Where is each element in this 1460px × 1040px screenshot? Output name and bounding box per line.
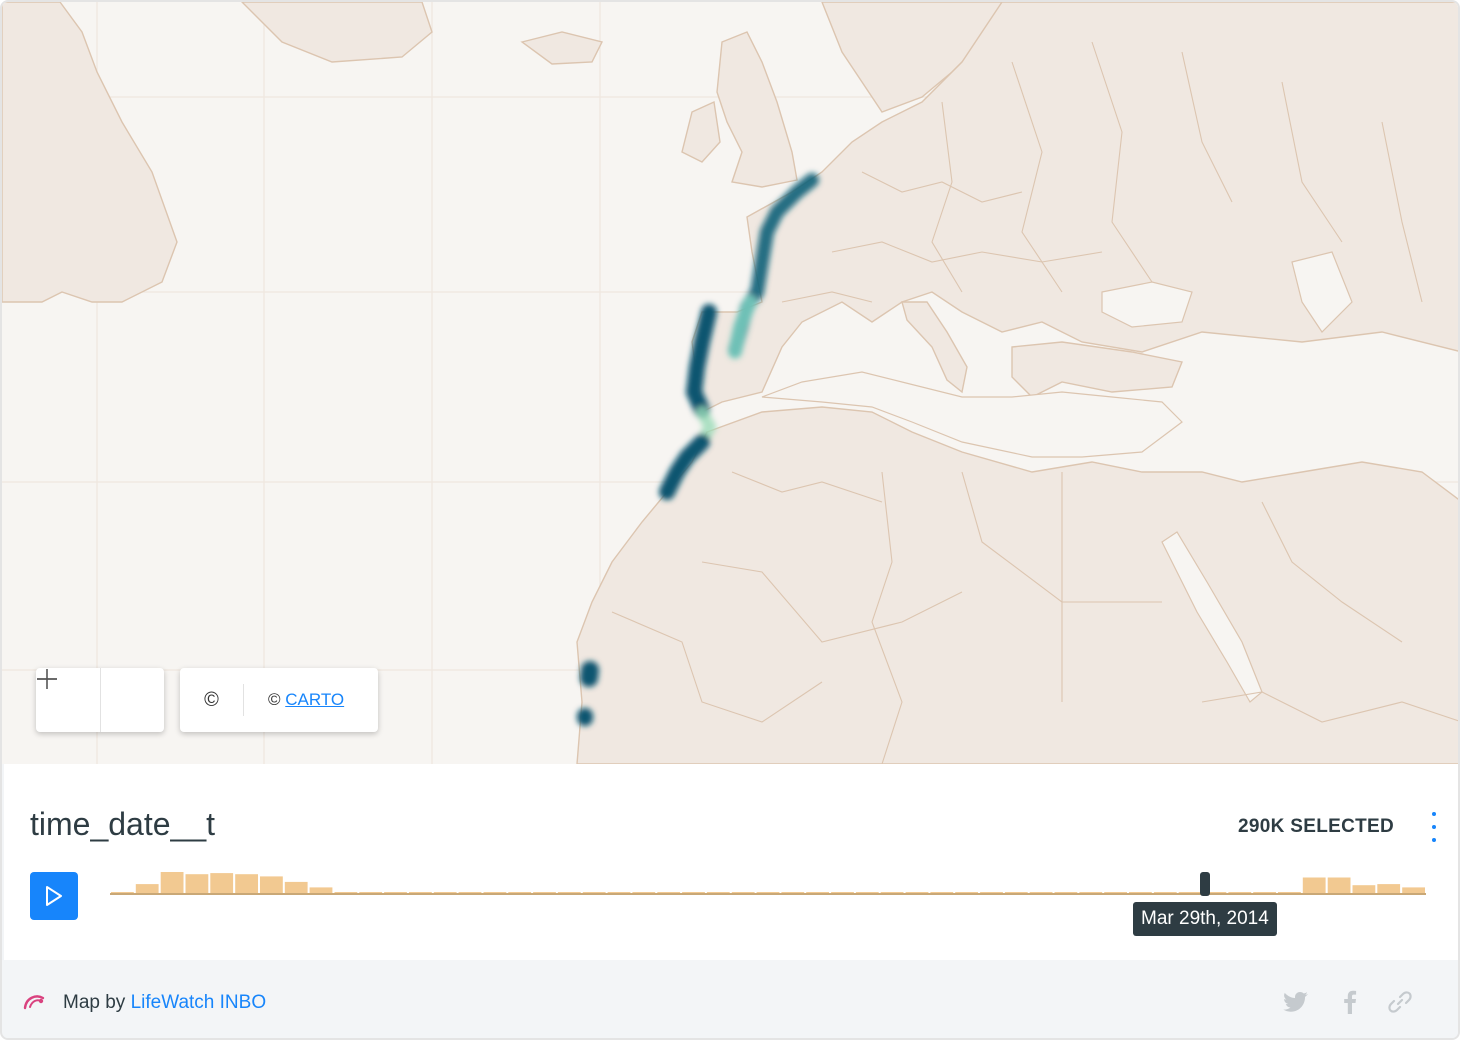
histogram-bar[interactable] — [1302, 877, 1326, 895]
carto-link[interactable]: CARTO — [285, 690, 344, 709]
histogram-bar[interactable] — [235, 874, 258, 894]
widget-title: time_date__t — [30, 806, 216, 842]
histogram-bar[interactable] — [210, 873, 234, 894]
attribution-prefix: © — [268, 690, 286, 709]
twitter-share-button[interactable] — [1282, 988, 1310, 1016]
date-tooltip: Mar 29th, 2014 — [1133, 902, 1277, 936]
play-icon — [46, 886, 62, 906]
selected-count: 290K SELECTED — [1238, 816, 1394, 837]
attribution-text: © CARTO — [244, 690, 344, 710]
histogram-bar[interactable] — [135, 884, 159, 894]
play-button[interactable] — [30, 872, 78, 920]
histogram-bar[interactable] — [1352, 885, 1376, 894]
map-embed: © © CARTO time_date__t 290K SELECTED Mar… — [0, 0, 1460, 1040]
facebook-icon — [1344, 990, 1357, 1014]
facebook-share-button[interactable] — [1336, 988, 1364, 1016]
histogram-bar[interactable] — [160, 872, 184, 894]
link-icon — [1388, 991, 1412, 1013]
author-link[interactable]: LifeWatch INBO — [131, 992, 267, 1013]
histogram-bar[interactable] — [1327, 877, 1351, 895]
zoom-in-icon — [37, 669, 57, 689]
credit-prefix: Map by — [63, 992, 131, 1013]
histogram-bar[interactable] — [185, 874, 209, 894]
timeline-handle[interactable] — [1200, 872, 1210, 896]
time-series-widget: time_date__t 290K SELECTED Mar 29th, 201… — [4, 764, 1458, 960]
attribution-control: © © CARTO — [180, 668, 378, 732]
twitter-icon — [1283, 992, 1308, 1012]
copyright-icon[interactable]: © — [180, 684, 244, 716]
more-vertical-icon[interactable] — [1430, 812, 1438, 842]
histogram-bar[interactable] — [260, 876, 283, 894]
footer: Map by LifeWatch INBO — [4, 960, 1458, 1038]
basemap — [2, 2, 1458, 764]
histogram-bar[interactable] — [284, 881, 308, 894]
zoom-control — [36, 668, 164, 732]
carto-logo-icon — [23, 995, 45, 1010]
map-credit: Map by LifeWatch INBO — [63, 992, 266, 1014]
zoom-in-button[interactable] — [37, 668, 164, 732]
map-canvas[interactable]: © © CARTO — [2, 2, 1458, 764]
histogram-bar[interactable] — [1377, 884, 1401, 894]
copy-link-button[interactable] — [1386, 988, 1414, 1016]
histogram[interactable] — [110, 864, 1426, 900]
